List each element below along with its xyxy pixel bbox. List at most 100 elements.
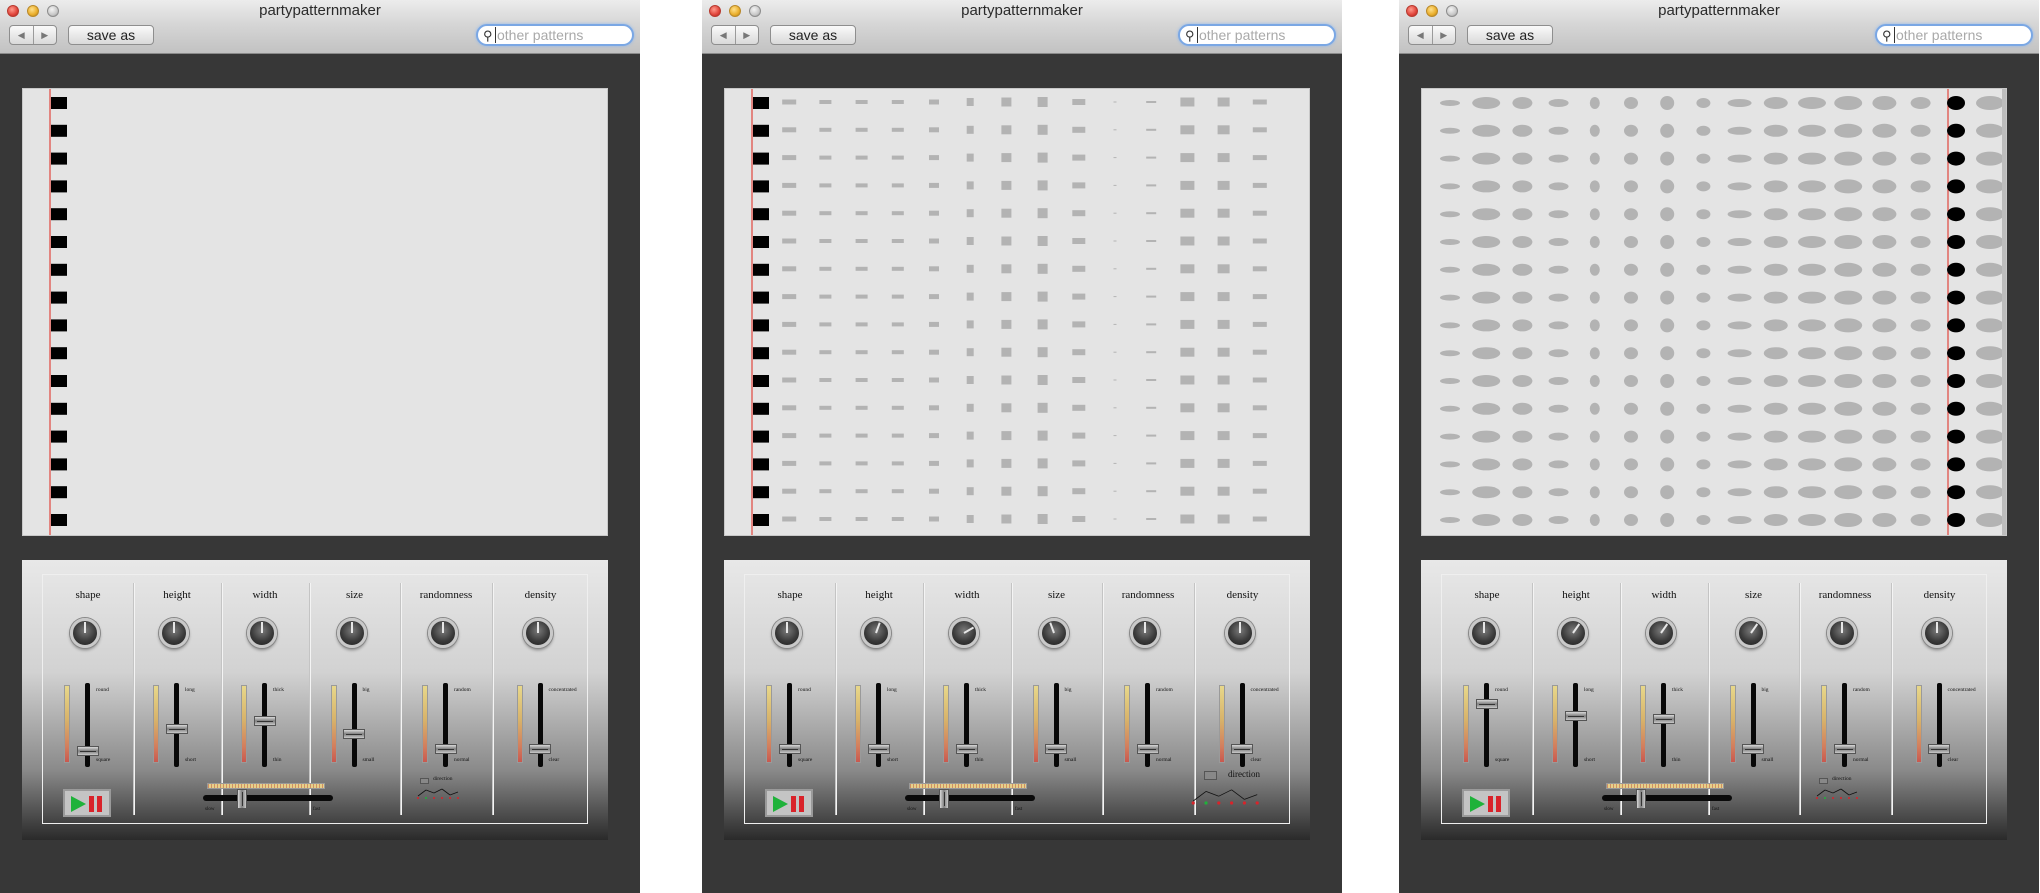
slider-track-width[interactable] — [964, 683, 969, 767]
slider-thumb-density[interactable] — [1231, 743, 1253, 754]
knob-shape[interactable] — [772, 618, 802, 648]
search-field[interactable]: ⚲ — [1875, 24, 2033, 46]
knob-height[interactable] — [1558, 618, 1588, 648]
direction-toggle[interactable] — [1819, 778, 1828, 784]
speed-thumb[interactable] — [939, 789, 949, 809]
search-input[interactable] — [495, 27, 627, 43]
slider-track-randomness[interactable] — [1145, 683, 1150, 767]
knob-density[interactable] — [1224, 618, 1255, 648]
slider-track-randomness[interactable] — [1842, 683, 1847, 767]
pattern-ghost-mark — [1834, 318, 1863, 333]
play-pause-button[interactable] — [765, 789, 813, 817]
pattern-ghost-mark — [1872, 485, 1897, 500]
slider-thumb-randomness[interactable] — [1833, 743, 1856, 754]
forward-arrow-icon[interactable]: ▶ — [734, 26, 759, 44]
speed-track[interactable] — [1602, 795, 1732, 801]
slider-bottom-label: normal — [1853, 757, 1869, 763]
slider-track-shape[interactable] — [787, 683, 792, 767]
slider-thumb-shape[interactable] — [1475, 699, 1498, 710]
knob-size[interactable] — [1735, 618, 1766, 648]
slider-thumb-size[interactable] — [1742, 743, 1764, 754]
speed-slider[interactable]: slow fast — [1602, 783, 1732, 813]
direction-toggle[interactable] — [1204, 771, 1217, 780]
slider-thumb-width[interactable] — [955, 743, 978, 754]
knob-shape[interactable] — [70, 618, 100, 648]
control-label: size — [1047, 589, 1066, 601]
speed-slider[interactable]: slow fast — [905, 783, 1035, 813]
slider-thumb-height[interactable] — [867, 743, 890, 754]
back-arrow-icon[interactable]: ◀ — [10, 26, 33, 44]
slider-thumb-size[interactable] — [1045, 743, 1067, 754]
knob-size[interactable] — [1038, 618, 1069, 648]
pattern-canvas[interactable] — [22, 88, 608, 536]
knob-randomness[interactable] — [1130, 618, 1160, 648]
play-pause-button[interactable] — [63, 789, 111, 817]
knob-density[interactable] — [522, 618, 553, 648]
speed-track[interactable] — [203, 795, 333, 801]
pattern-ghost-mark — [1798, 291, 1826, 304]
pattern-ghost-mark — [1472, 402, 1501, 415]
slider-track-size[interactable] — [351, 683, 357, 767]
back-arrow-icon[interactable]: ◀ — [712, 26, 735, 44]
speed-thumb[interactable] — [237, 789, 247, 809]
slider-track-shape[interactable] — [1484, 683, 1489, 767]
pattern-ghost-mark — [1472, 180, 1501, 193]
slider-thumb-height[interactable] — [165, 723, 188, 734]
pattern-ghost-mark — [1763, 430, 1788, 443]
speed-thumb[interactable] — [1636, 789, 1646, 809]
slider-thumb-randomness[interactable] — [434, 743, 457, 754]
play-pause-button[interactable] — [1462, 789, 1510, 817]
direction-toggle[interactable] — [420, 778, 429, 784]
slider-thumb-shape[interactable] — [778, 743, 801, 754]
knob-shape[interactable] — [1469, 618, 1499, 648]
pattern-ghost-mark — [782, 182, 797, 188]
save-as-button[interactable]: save as — [770, 25, 856, 45]
slider-thumb-density[interactable] — [529, 743, 551, 754]
pattern-ghost-mark — [1037, 152, 1048, 163]
slider-track-density[interactable] — [537, 683, 543, 767]
pattern-canvas[interactable] — [1421, 88, 2007, 536]
knob-size[interactable] — [336, 618, 367, 648]
slider-thumb-randomness[interactable] — [1136, 743, 1159, 754]
slider-thumb-height[interactable] — [1564, 711, 1587, 722]
slider-track-height[interactable] — [1573, 683, 1578, 767]
search-field[interactable]: ⚲ — [476, 24, 634, 46]
pattern-active-mark — [753, 291, 769, 304]
knob-width[interactable] — [247, 618, 277, 648]
speed-track[interactable] — [905, 795, 1035, 801]
search-input[interactable] — [1894, 27, 2026, 43]
slider-thumb-size[interactable] — [343, 728, 365, 739]
search-input[interactable] — [1197, 27, 1329, 43]
knob-randomness[interactable] — [1827, 618, 1857, 648]
knob-width[interactable] — [949, 618, 979, 648]
slider-thumb-width[interactable] — [253, 716, 276, 727]
pattern-ghost-mark — [1624, 180, 1638, 193]
slider-thumb-shape[interactable] — [76, 745, 99, 756]
knob-density[interactable] — [1921, 618, 1952, 648]
pattern-ghost-mark — [1798, 124, 1826, 137]
knob-height[interactable] — [861, 618, 891, 648]
forward-arrow-icon[interactable]: ▶ — [32, 26, 57, 44]
slider-thumb-width[interactable] — [1652, 714, 1675, 725]
slider-track-randomness[interactable] — [443, 683, 448, 767]
slider-thumb-density[interactable] — [1928, 743, 1950, 754]
slider-track-size[interactable] — [1053, 683, 1059, 767]
search-field[interactable]: ⚲ — [1178, 24, 1336, 46]
save-as-button[interactable]: save as — [68, 25, 154, 45]
back-arrow-icon[interactable]: ◀ — [1409, 26, 1432, 44]
slider-track-width[interactable] — [1661, 683, 1666, 767]
pattern-ghost-mark — [1763, 514, 1788, 526]
knob-randomness[interactable] — [428, 618, 458, 648]
slider-track-size[interactable] — [1750, 683, 1756, 767]
slider-track-density[interactable] — [1239, 683, 1245, 767]
slider-track-density[interactable] — [1936, 683, 1942, 767]
slider-track-height[interactable] — [876, 683, 881, 767]
speed-slider[interactable]: slow fast — [203, 783, 333, 813]
knob-width[interactable] — [1646, 618, 1676, 648]
pattern-ghost-mark — [855, 266, 868, 271]
pattern-canvas[interactable] — [724, 88, 1310, 536]
save-as-button[interactable]: save as — [1467, 25, 1553, 45]
knob-height[interactable] — [159, 618, 189, 648]
forward-arrow-icon[interactable]: ▶ — [1431, 26, 1456, 44]
pattern-svg — [49, 89, 67, 535]
